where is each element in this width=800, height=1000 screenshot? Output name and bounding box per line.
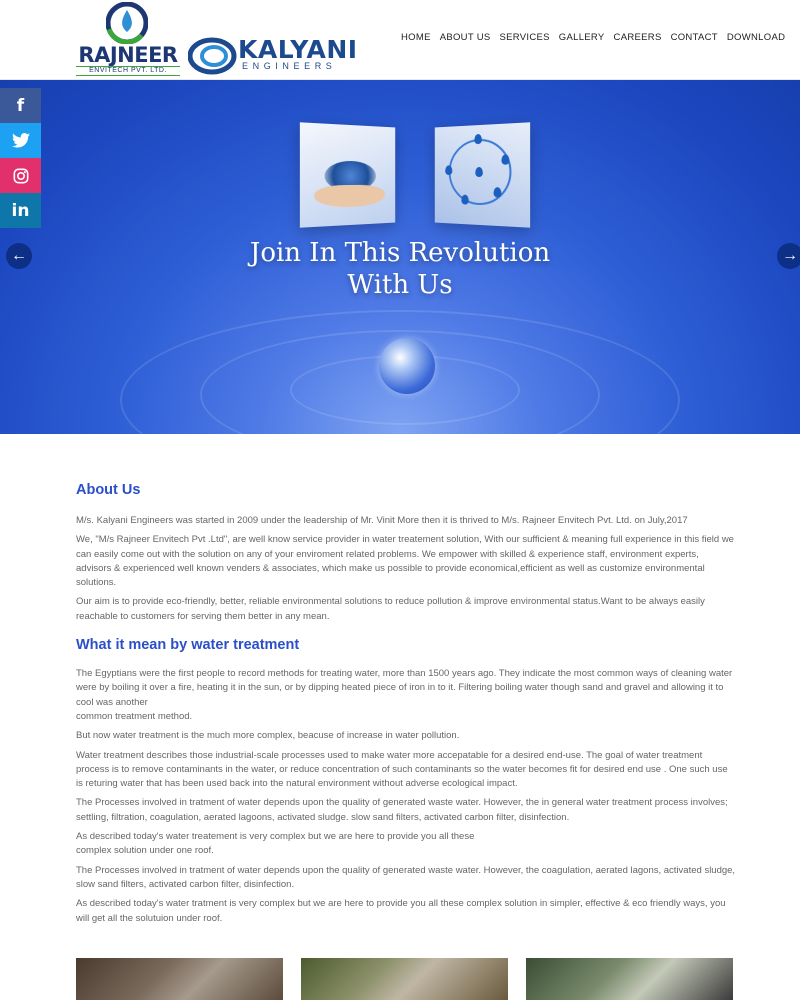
treatment-paragraph: common treatment method.: [76, 710, 193, 722]
water-drop-icon: [379, 338, 435, 394]
instagram-glyph-icon: [13, 168, 28, 183]
hero-image-water-cycle: [434, 122, 531, 228]
gallery-preview: [76, 958, 736, 1000]
instagram-icon[interactable]: [0, 158, 41, 193]
rajneer-logo-mark-icon: [106, 2, 148, 44]
twitter-bird-icon: [11, 133, 30, 148]
treatment-paragraph: The Egyptians were the first people to r…: [76, 668, 733, 708]
water-drop-icon: [501, 154, 510, 165]
social-sidebar: f in: [0, 88, 41, 228]
nav-gallery[interactable]: GALLERY: [559, 32, 605, 44]
slider-next-button[interactable]: →: [777, 243, 800, 269]
nav-download[interactable]: DOWNLOAD: [727, 32, 785, 44]
gallery-image[interactable]: [301, 958, 508, 1000]
nav-services[interactable]: SERVICES: [500, 32, 550, 44]
slider-prev-button[interactable]: ←: [6, 243, 32, 269]
treatment-paragraph: But now water treatment is the much more…: [76, 730, 460, 742]
treatment-paragraph: The Processes involved in tratment of wa…: [76, 864, 736, 890]
treatment-paragraph: Water treatment describes those industri…: [76, 749, 728, 790]
hands: [314, 184, 385, 209]
water-drop-icon: [475, 166, 483, 178]
hero-title: Join In This Revolution With Us: [0, 237, 800, 301]
nav-about-us[interactable]: ABOUT US: [440, 32, 491, 44]
linkedin-icon[interactable]: in: [0, 193, 41, 228]
facebook-icon[interactable]: f: [0, 88, 41, 123]
water-drop-icon: [474, 133, 482, 145]
treatment-paragraph: The Processes involved in tratment of wa…: [76, 797, 728, 823]
about-paragraph: We, "M/s Rajneer Envitech Pvt .Ltd", are…: [76, 534, 734, 589]
treatment-paragraph: As described today's water treatement is…: [76, 831, 475, 843]
twitter-icon[interactable]: [0, 123, 41, 158]
hero-title-line1: Join In This Revolution: [249, 238, 551, 268]
water-drop-icon: [493, 187, 502, 198]
water-drop-icon: [461, 194, 469, 205]
nav-home[interactable]: HOME: [401, 32, 431, 44]
treatment-paragraph: complex solution under one roof.: [76, 845, 214, 857]
rajneer-logo[interactable]: RAJNEER ENVITECH PVT. LTD.: [76, 2, 180, 76]
gallery-image[interactable]: [526, 958, 733, 1000]
water-drop-icon: [445, 165, 453, 175]
main-content: About Us M/s. Kalyani Engineers was star…: [76, 481, 736, 931]
hero-image-water-hands: [299, 122, 396, 228]
kalyani-logo-mark-icon: [188, 37, 237, 75]
water-treatment-heading: What it mean by water treatment: [76, 637, 300, 654]
main-nav: HOME ABOUT US SERVICES GALLERY CAREERS C…: [401, 32, 794, 44]
hero-title-line2: With Us: [347, 270, 453, 300]
rajneer-logo-subtext: ENVITECH PVT. LTD.: [76, 66, 180, 76]
treatment-paragraph: As described today's water tratment is v…: [76, 898, 726, 924]
gallery-image[interactable]: [76, 958, 283, 1000]
about-paragraph: M/s. Kalyani Engineers was started in 20…: [76, 515, 688, 526]
nav-contact[interactable]: CONTACT: [671, 32, 718, 44]
kalyani-logo[interactable]: KALYANI ENGINEERS: [188, 36, 358, 76]
site-header: RAJNEER ENVITECH PVT. LTD. KALYANI ENGIN…: [0, 0, 800, 80]
nav-careers[interactable]: CAREERS: [614, 32, 662, 44]
rajneer-logo-text: RAJNEER: [78, 43, 178, 67]
hero-slider: Join In This Revolution With Us ← →: [0, 80, 800, 434]
about-heading: About Us: [76, 482, 141, 498]
about-paragraph: Our aim is to provide eco-friendly, bett…: [76, 596, 705, 622]
kalyani-logo-subtext: ENGINEERS: [242, 61, 337, 71]
